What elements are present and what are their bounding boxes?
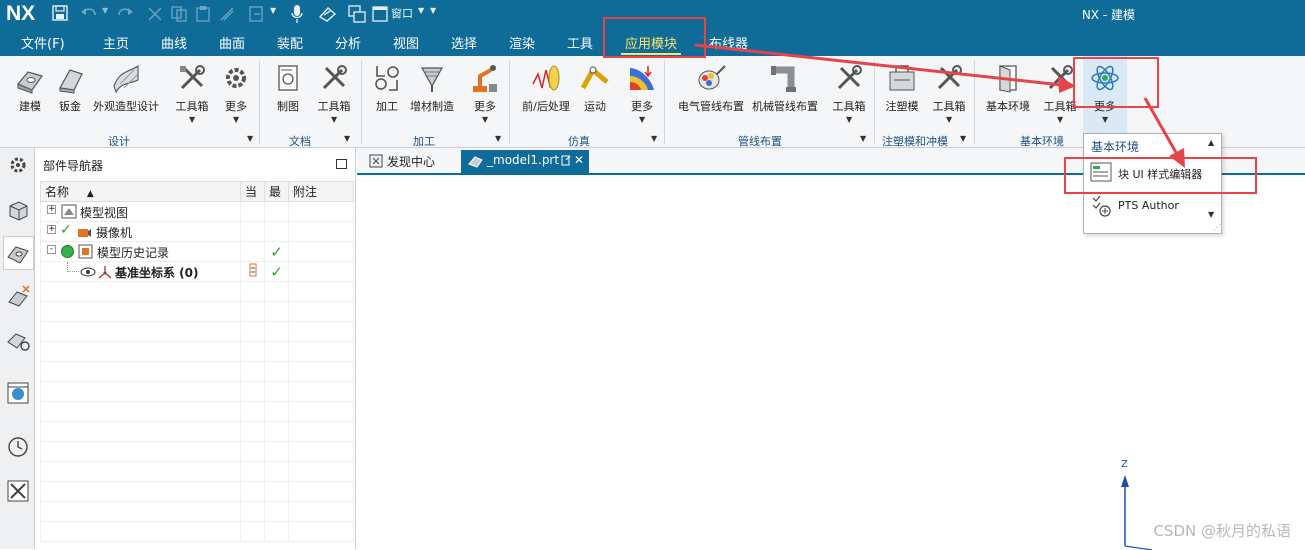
watermark: CSDN @秋月的私语 bbox=[1153, 522, 1291, 540]
annotation-arrows bbox=[694, 43, 1185, 168]
